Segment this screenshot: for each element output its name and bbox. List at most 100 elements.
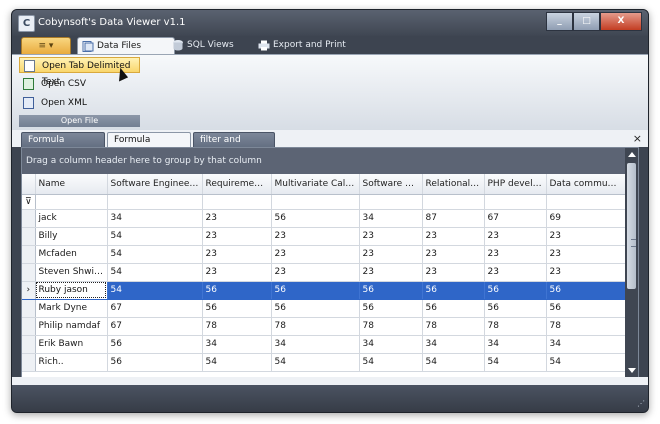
table-cell[interactable]: 34 <box>422 335 485 354</box>
table-cell[interactable]: 34 <box>546 335 626 354</box>
title-bar[interactable]: C Cobynsoft's Data Viewer v1.1 _ □ X <box>12 10 648 36</box>
table-row[interactable]: Mark Dyne 67 56 56 56 56 56 56 <box>22 299 626 318</box>
table-cell[interactable]: 56 <box>484 281 547 300</box>
application-menu-button[interactable]: ≡ ▾ <box>21 37 71 55</box>
table-cell[interactable]: 56 <box>271 281 360 300</box>
table-cell[interactable]: 23 <box>359 245 423 264</box>
table-cell[interactable]: 87 <box>422 209 485 228</box>
table-cell[interactable]: 23 <box>202 209 272 228</box>
table-row[interactable]: Mcfaden 54 23 23 23 23 23 23 <box>22 245 626 264</box>
table-cell[interactable]: 23 <box>422 227 485 246</box>
row-indicator[interactable] <box>22 263 36 282</box>
table-cell[interactable]: 56 <box>202 299 272 318</box>
column-header[interactable]: Name <box>35 174 108 195</box>
table-row[interactable]: Erik Bawn 56 34 34 34 34 34 34 <box>22 335 626 354</box>
table-cell[interactable]: 34 <box>484 335 547 354</box>
row-indicator[interactable] <box>22 317 36 336</box>
table-cell[interactable]: 54 <box>484 353 547 372</box>
size-grip-icon[interactable]: ⋰ <box>637 399 645 408</box>
filter-cell[interactable] <box>422 194 485 210</box>
scroll-up-icon[interactable] <box>628 152 636 157</box>
table-cell[interactable]: 56 <box>202 281 272 300</box>
table-cell[interactable]: 56 <box>484 299 547 318</box>
table-cell[interactable]: 56 <box>359 299 423 318</box>
table-cell[interactable]: Billy <box>35 227 108 246</box>
table-cell[interactable]: 23 <box>271 263 360 282</box>
table-cell[interactable]: 56 <box>107 335 203 354</box>
table-cell[interactable]: 56 <box>546 299 626 318</box>
filter-cell[interactable] <box>359 194 423 210</box>
table-cell[interactable]: Philip namdaf <box>35 317 108 336</box>
table-cell[interactable]: 23 <box>202 245 272 264</box>
table-cell[interactable]: 23 <box>359 263 423 282</box>
table-cell[interactable]: Steven Shwim... <box>35 263 108 282</box>
app-icon[interactable]: C <box>18 15 35 32</box>
table-cell[interactable]: 23 <box>484 263 547 282</box>
column-header[interactable]: Software Engineering <box>107 174 203 195</box>
filter-cell[interactable] <box>35 194 108 210</box>
table-cell[interactable]: 78 <box>484 317 547 336</box>
document-tab-formula-marks-1[interactable]: Formula Marks.csv <box>21 132 105 160</box>
row-indicator[interactable] <box>22 299 36 318</box>
table-cell[interactable]: 54 <box>202 353 272 372</box>
filter-cell[interactable] <box>484 194 547 210</box>
close-window-button[interactable]: X <box>600 12 642 31</box>
column-header[interactable]: Data communi... <box>546 174 626 195</box>
table-cell[interactable]: 23 <box>484 245 547 264</box>
tab-export-and-print[interactable]: Export and Print <box>254 37 363 54</box>
table-cell[interactable]: 23 <box>202 263 272 282</box>
table-cell[interactable]: 34 <box>359 335 423 354</box>
table-row[interactable]: Philip namdaf 67 78 78 78 78 78 78 <box>22 317 626 336</box>
group-by-panel[interactable]: Drag a column header here to group by th… <box>22 148 625 174</box>
table-cell[interactable]: jack <box>35 209 108 228</box>
minimize-button[interactable]: _ <box>546 12 573 31</box>
column-header[interactable]: PHP develo... <box>484 174 547 195</box>
column-header[interactable]: Relational D... <box>422 174 485 195</box>
table-row[interactable]: › Ruby jason 54 56 56 56 56 56 56 <box>22 281 626 300</box>
table-cell[interactable]: 67 <box>107 317 203 336</box>
table-cell[interactable]: 23 <box>271 245 360 264</box>
document-tab-formula-marks-2[interactable]: Formula Marks.csv <box>107 132 191 160</box>
table-cell[interactable]: 67 <box>107 299 203 318</box>
table-cell[interactable]: 56 <box>271 299 360 318</box>
table-cell[interactable]: 56 <box>271 209 360 228</box>
table-row[interactable]: Rich.. 56 54 54 54 54 54 54 <box>22 353 626 372</box>
table-cell[interactable]: 56 <box>359 281 423 300</box>
table-cell[interactable]: 69 <box>546 209 626 228</box>
column-header[interactable]: Multivariate Calculus <box>271 174 360 195</box>
table-row[interactable]: Steven Shwim... 54 23 23 23 23 23 23 <box>22 263 626 282</box>
table-cell[interactable]: 78 <box>546 317 626 336</box>
table-cell[interactable]: 56 <box>422 281 485 300</box>
table-cell[interactable]: 34 <box>359 209 423 228</box>
vertical-scrollbar[interactable] <box>625 148 638 377</box>
table-row[interactable]: jack 34 23 56 34 87 67 69 <box>22 209 626 228</box>
table-cell[interactable]: Erik Bawn <box>35 335 108 354</box>
table-cell[interactable]: 23 <box>422 263 485 282</box>
close-document-icon[interactable]: × <box>633 132 642 145</box>
table-cell[interactable]: 67 <box>484 209 547 228</box>
table-cell[interactable]: 34 <box>202 335 272 354</box>
row-indicator[interactable] <box>22 245 36 264</box>
table-cell[interactable]: Ruby jason <box>35 281 108 300</box>
table-cell[interactable]: 23 <box>422 245 485 264</box>
table-cell[interactable]: 23 <box>546 227 626 246</box>
table-cell[interactable]: 54 <box>422 353 485 372</box>
table-cell[interactable]: Mcfaden <box>35 245 108 264</box>
table-cell[interactable]: Rich.. <box>35 353 108 372</box>
table-cell[interactable]: 56 <box>546 281 626 300</box>
row-indicator[interactable] <box>22 335 36 354</box>
open-xml-button[interactable]: Open XML <box>19 95 140 111</box>
table-cell[interactable]: 23 <box>546 245 626 264</box>
column-header[interactable]: Software A... <box>359 174 423 195</box>
table-cell[interactable]: 54 <box>107 281 203 300</box>
table-cell[interactable]: Mark Dyne <box>35 299 108 318</box>
table-cell[interactable]: 56 <box>422 299 485 318</box>
filter-cell[interactable] <box>271 194 360 210</box>
table-cell[interactable]: 54 <box>107 245 203 264</box>
row-indicator[interactable] <box>22 227 36 246</box>
table-cell[interactable]: 54 <box>107 227 203 246</box>
row-indicator[interactable] <box>22 209 36 228</box>
row-indicator[interactable] <box>22 353 36 372</box>
table-cell[interactable]: 56 <box>107 353 203 372</box>
table-cell[interactable]: 78 <box>202 317 272 336</box>
